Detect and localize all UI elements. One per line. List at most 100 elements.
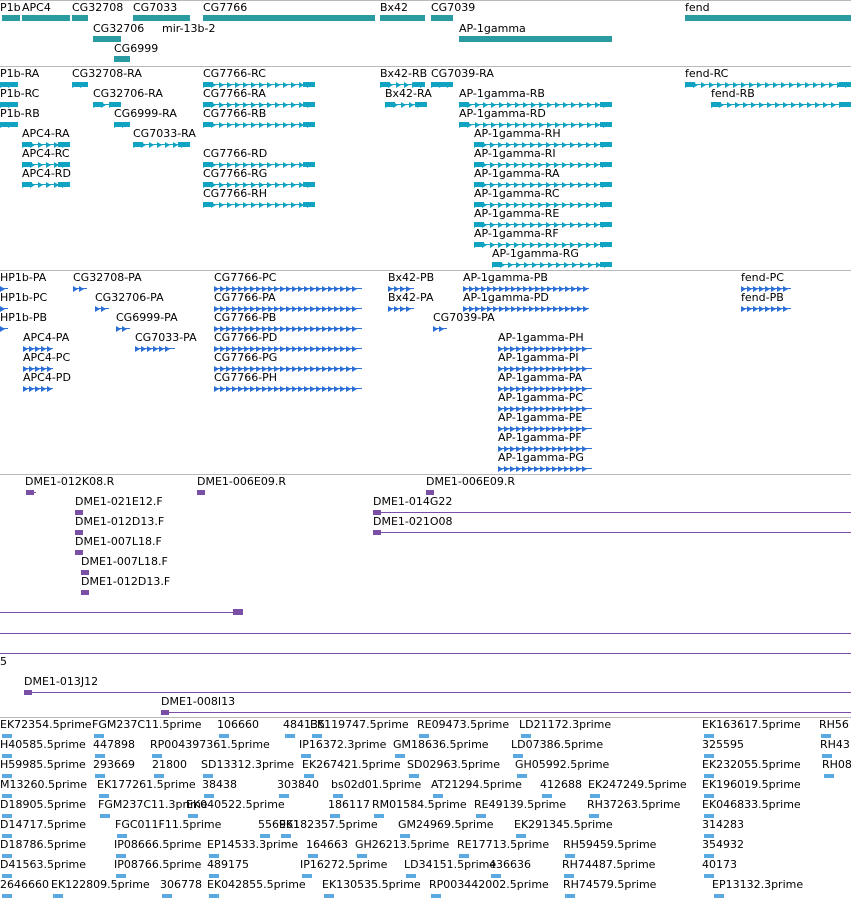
gene-model[interactable] [72, 15, 88, 21]
est-label[interactable]: EK267421.5prime [302, 759, 401, 771]
protein-label[interactable]: CG32708-PA [73, 272, 142, 284]
est-feature[interactable] [431, 894, 441, 898]
transcript-label[interactable]: AP-1gamma-RH [474, 128, 561, 140]
est-label[interactable]: 436636 [489, 859, 531, 871]
est-label[interactable]: RH74487.5prime [562, 859, 655, 871]
est-label[interactable]: 447898 [93, 739, 135, 751]
est-label[interactable]: FGC011F11.5prime [115, 819, 221, 831]
est-label[interactable]: 293669 [93, 759, 135, 771]
transcript-label[interactable]: CG7766-RG [203, 168, 267, 180]
clone-label[interactable]: DME1-008I13 [161, 696, 235, 708]
transcript-label[interactable]: CG32708-RA [72, 68, 142, 80]
exon-block[interactable] [600, 182, 612, 187]
transcript-label[interactable]: CG7766-RD [203, 148, 267, 160]
gene-model[interactable] [2, 15, 20, 21]
transcript-label[interactable]: CG7039-RA [431, 68, 494, 80]
protein-label[interactable]: CG7766-PH [214, 372, 277, 384]
feature-line[interactable] [711, 104, 851, 105]
protein-label[interactable]: HP1b-PB [0, 312, 47, 324]
est-label[interactable]: RH59459.5prime [563, 839, 656, 851]
est-label[interactable]: SD02963.5prime [407, 759, 500, 771]
est-label[interactable]: LD34151.5prime [404, 859, 496, 871]
transcript-label[interactable]: P1b-RC [0, 88, 39, 100]
exon-block[interactable] [415, 102, 427, 107]
est-label[interactable]: EP14533.3prime [207, 839, 298, 851]
est-label[interactable]: RM01584.5prime [372, 799, 467, 811]
gene-label[interactable]: CG32708 [72, 2, 123, 14]
est-label[interactable]: RH37263.5prime [587, 799, 680, 811]
protein-label[interactable]: HP1b-PC [0, 292, 47, 304]
protein-label[interactable]: APC4-PC [23, 352, 70, 364]
est-label[interactable]: D18786.5prime [0, 839, 86, 851]
est-label[interactable]: EK72354.5prime [0, 719, 92, 731]
feature-line[interactable] [24, 692, 851, 693]
est-label[interactable]: EK247249.5prime [588, 779, 687, 791]
est-label[interactable]: EK130535.5prime [322, 879, 421, 891]
est-label[interactable]: RH08 [822, 759, 851, 771]
exon-block[interactable] [474, 242, 484, 247]
exon-block[interactable] [459, 122, 469, 127]
gene-label[interactable]: APC4 [22, 2, 51, 14]
est-label[interactable]: EK182357.5prime [279, 819, 378, 831]
est-label[interactable]: H59985.5prime [0, 759, 86, 771]
est-label[interactable]: RP003442002.5prime [429, 879, 549, 891]
est-label[interactable]: RE09473.5prime [417, 719, 509, 731]
gene-model[interactable] [431, 15, 453, 21]
protein-label[interactable]: CG7766-PC [214, 272, 276, 284]
est-feature[interactable] [2, 894, 12, 898]
est-label[interactable]: AT21294.5prime [431, 779, 522, 791]
clone-end[interactable] [81, 590, 89, 595]
est-label[interactable]: RE49139.5prime [474, 799, 566, 811]
est-label[interactable]: 314283 [702, 819, 744, 831]
protein-label[interactable]: AP-1gamma-PC [498, 392, 583, 404]
transcript-label[interactable]: AP-1gamma-RF [474, 228, 559, 240]
est-label[interactable]: EK177261.5prime [97, 779, 196, 791]
est-feature[interactable] [100, 814, 110, 818]
est-label[interactable]: EK040522.5prime [186, 799, 285, 811]
transcript-label[interactable]: APC4-RA [22, 128, 70, 140]
protein-label[interactable]: AP-1gamma-PB [463, 272, 548, 284]
clone-label[interactable]: DME1-014G22 [373, 496, 452, 508]
gene-label[interactable]: Bx42 [380, 2, 408, 14]
protein-label[interactable]: CG7766-PB [214, 312, 276, 324]
exon-block[interactable] [600, 202, 612, 207]
est-label[interactable]: EK046833.5prime [702, 799, 801, 811]
clone-end[interactable] [26, 490, 34, 495]
transcript-label[interactable]: CG7766-RB [203, 108, 266, 120]
transcript-label[interactable]: APC4-RD [22, 168, 71, 180]
gene-model[interactable] [133, 15, 190, 21]
transcript-label[interactable]: APC4-RC [22, 148, 70, 160]
gene-label[interactable]: CG6999 [114, 43, 158, 55]
exon-block[interactable] [118, 122, 130, 127]
clone-label[interactable]: DME1-006E09.R [426, 476, 515, 488]
est-label[interactable]: 2646660 [0, 879, 49, 891]
exon-block[interactable] [839, 82, 851, 87]
est-label[interactable]: RH43 [820, 739, 850, 751]
clone-end[interactable] [197, 490, 205, 495]
transcript-label[interactable]: AP-1gamma-RB [459, 88, 545, 100]
gene-model[interactable] [459, 36, 612, 42]
exon-block[interactable] [303, 82, 315, 87]
clone-label[interactable]: DME1-021E12.F [75, 496, 163, 508]
protein-label[interactable]: AP-1gamma-PE [498, 412, 582, 424]
exon-block[interactable] [600, 122, 612, 127]
est-label[interactable]: FGM237C11.5prime [92, 719, 202, 731]
exon-block[interactable] [431, 82, 441, 87]
protein-label[interactable]: AP-1gamma-PA [498, 372, 582, 384]
est-label[interactable]: 489175 [207, 859, 249, 871]
clone-label[interactable]: DME1-021O08 [373, 516, 453, 528]
est-label[interactable]: EP13132.3prime [712, 879, 803, 891]
est-label[interactable]: EK122809.5prime [51, 879, 150, 891]
gene-model[interactable] [685, 15, 851, 21]
clone-end[interactable] [24, 690, 32, 695]
est-label[interactable]: LD07386.5prime [511, 739, 603, 751]
est-feature[interactable] [324, 894, 334, 898]
est-feature[interactable] [209, 894, 219, 898]
exon-block[interactable] [492, 262, 502, 267]
est-label[interactable]: M13260.5prime [0, 779, 87, 791]
est-label[interactable]: LD21172.3prime [519, 719, 611, 731]
est-label[interactable]: D41563.5prime [0, 859, 86, 871]
est-label[interactable]: D14717.5prime [0, 819, 86, 831]
est-label[interactable]: 186117 [328, 799, 370, 811]
est-label[interactable]: GH05992.5prime [515, 759, 609, 771]
